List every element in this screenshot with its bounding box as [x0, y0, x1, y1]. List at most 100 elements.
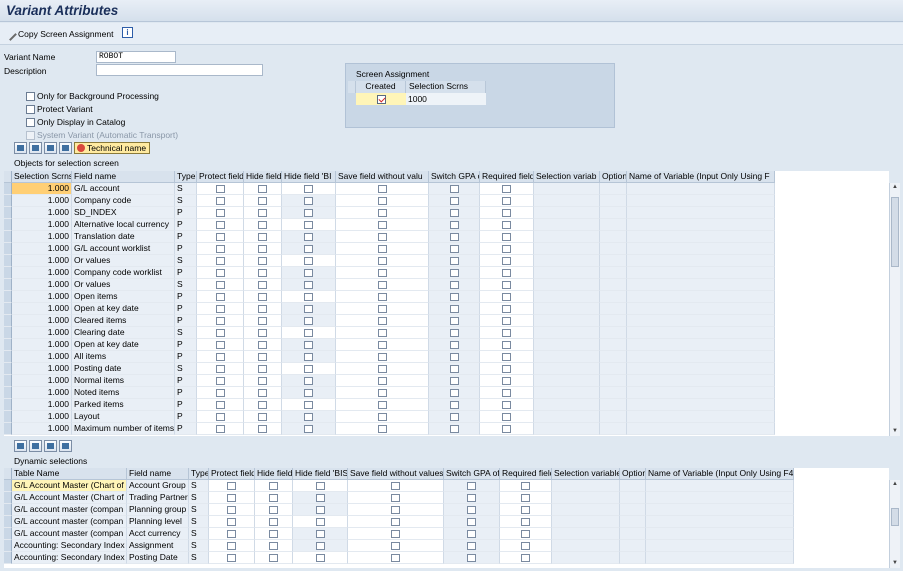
table-checkbox[interactable]: [377, 208, 387, 217]
column-header[interactable]: Hide field 'BI: [282, 171, 336, 183]
scroll-thumb[interactable]: [891, 508, 899, 526]
table-checkbox[interactable]: [304, 340, 313, 349]
table-checkbox[interactable]: [449, 220, 459, 229]
table-checkbox[interactable]: [391, 541, 400, 550]
column-header[interactable]: Field name: [127, 468, 189, 480]
row-selector[interactable]: [4, 231, 12, 243]
table-checkbox[interactable]: [377, 184, 387, 193]
row-selector[interactable]: [4, 207, 12, 219]
table-checkbox[interactable]: [304, 208, 313, 217]
protect-variant-option[interactable]: Protect Variant: [26, 104, 93, 114]
table-row[interactable]: 1.000 Normal items P: [4, 375, 775, 387]
table-checkbox[interactable]: [215, 232, 225, 241]
table-checkbox[interactable]: [258, 424, 267, 433]
table-checkbox[interactable]: [215, 220, 225, 229]
table-checkbox[interactable]: [449, 244, 459, 253]
table-checkbox[interactable]: [258, 352, 267, 361]
table-checkbox[interactable]: [502, 268, 511, 277]
scroll-up-arrow[interactable]: ▲: [890, 183, 900, 192]
table-checkbox[interactable]: [215, 400, 225, 409]
table-checkbox[interactable]: [227, 505, 236, 514]
table-row[interactable]: 1.000 Alternative local currency P: [4, 219, 775, 231]
table-checkbox[interactable]: [215, 280, 225, 289]
table-checkbox[interactable]: [502, 304, 511, 313]
objects-vertical-scrollbar[interactable]: ▲ ▼: [889, 183, 900, 436]
table-row[interactable]: 1.000 Open at key date P: [4, 303, 775, 315]
table-checkbox[interactable]: [304, 352, 313, 361]
row-selector[interactable]: [4, 411, 12, 423]
table-checkbox[interactable]: [304, 292, 313, 301]
table-checkbox[interactable]: [215, 244, 225, 253]
table-checkbox[interactable]: [377, 304, 387, 313]
table-checkbox[interactable]: [304, 220, 313, 229]
table-checkbox[interactable]: [315, 505, 325, 514]
table-checkbox[interactable]: [258, 316, 267, 325]
table-checkbox[interactable]: [502, 364, 511, 373]
table-checkbox[interactable]: [258, 304, 267, 313]
table-checkbox[interactable]: [467, 529, 476, 538]
table-checkbox[interactable]: [258, 388, 267, 397]
table-checkbox[interactable]: [258, 184, 267, 193]
filter-button[interactable]: [29, 142, 42, 154]
row-selector[interactable]: [4, 183, 12, 195]
table-row[interactable]: Accounting: Secondary Index Assignment S: [4, 540, 794, 552]
table-row[interactable]: 1.000 Open items P: [4, 291, 775, 303]
table-checkbox[interactable]: [449, 352, 459, 361]
table-checkbox[interactable]: [502, 208, 511, 217]
table-checkbox[interactable]: [258, 412, 267, 421]
table-checkbox[interactable]: [521, 541, 530, 550]
table-checkbox[interactable]: [258, 232, 267, 241]
table-row[interactable]: 1.000 Noted items P: [4, 387, 775, 399]
select-all-icon[interactable]: [4, 468, 12, 480]
table-checkbox[interactable]: [304, 244, 313, 253]
table-checkbox[interactable]: [304, 364, 313, 373]
table-checkbox[interactable]: [377, 232, 387, 241]
table-row[interactable]: 1.000 Or values S: [4, 279, 775, 291]
scroll-down-arrow[interactable]: ▼: [890, 427, 900, 436]
table-checkbox[interactable]: [315, 553, 325, 562]
table-checkbox[interactable]: [377, 256, 387, 265]
table-checkbox[interactable]: [449, 376, 459, 385]
table-checkbox[interactable]: [258, 256, 267, 265]
table-checkbox[interactable]: [449, 412, 459, 421]
table-checkbox[interactable]: [449, 316, 459, 325]
table-checkbox[interactable]: [258, 220, 267, 229]
table-checkbox[interactable]: [467, 553, 476, 562]
table-checkbox[interactable]: [502, 256, 511, 265]
table-row[interactable]: 1.000 G/L account worklist P: [4, 243, 775, 255]
table-checkbox[interactable]: [215, 424, 225, 433]
table-checkbox[interactable]: [449, 196, 459, 205]
table-checkbox[interactable]: [449, 304, 459, 313]
table-checkbox[interactable]: [467, 541, 476, 550]
table-checkbox[interactable]: [315, 517, 325, 526]
column-header[interactable]: Field name: [72, 171, 175, 183]
column-header[interactable]: Name of Variable (Input Only Using F4): [646, 468, 794, 480]
table-checkbox[interactable]: [215, 196, 225, 205]
row-selector[interactable]: [4, 315, 12, 327]
table-row[interactable]: 1.000 Layout P: [4, 411, 775, 423]
table-checkbox[interactable]: [521, 481, 530, 490]
row-selector[interactable]: [4, 528, 12, 540]
row-selector[interactable]: [4, 516, 12, 528]
table-checkbox[interactable]: [258, 196, 267, 205]
table-checkbox[interactable]: [502, 316, 511, 325]
table-checkbox[interactable]: [467, 517, 476, 526]
table-checkbox[interactable]: [215, 364, 225, 373]
table-checkbox[interactable]: [227, 541, 236, 550]
row-selector[interactable]: [4, 423, 12, 435]
table-checkbox[interactable]: [315, 481, 325, 490]
table-checkbox[interactable]: [258, 292, 267, 301]
scroll-down-arrow[interactable]: ▼: [890, 559, 900, 568]
table-checkbox[interactable]: [502, 328, 511, 337]
row-selector[interactable]: [4, 480, 12, 492]
table-checkbox[interactable]: [304, 268, 313, 277]
table-checkbox[interactable]: [449, 364, 459, 373]
table-checkbox[interactable]: [304, 184, 313, 193]
dynamic-vertical-scrollbar[interactable]: ▲ ▼: [889, 480, 900, 568]
table-checkbox[interactable]: [215, 268, 225, 277]
column-header[interactable]: Save field without valu: [336, 171, 429, 183]
row-selector[interactable]: [4, 255, 12, 267]
find-button[interactable]: [44, 142, 57, 154]
row-selector[interactable]: [348, 93, 356, 105]
table-row[interactable]: 1.000 Company code S: [4, 195, 775, 207]
